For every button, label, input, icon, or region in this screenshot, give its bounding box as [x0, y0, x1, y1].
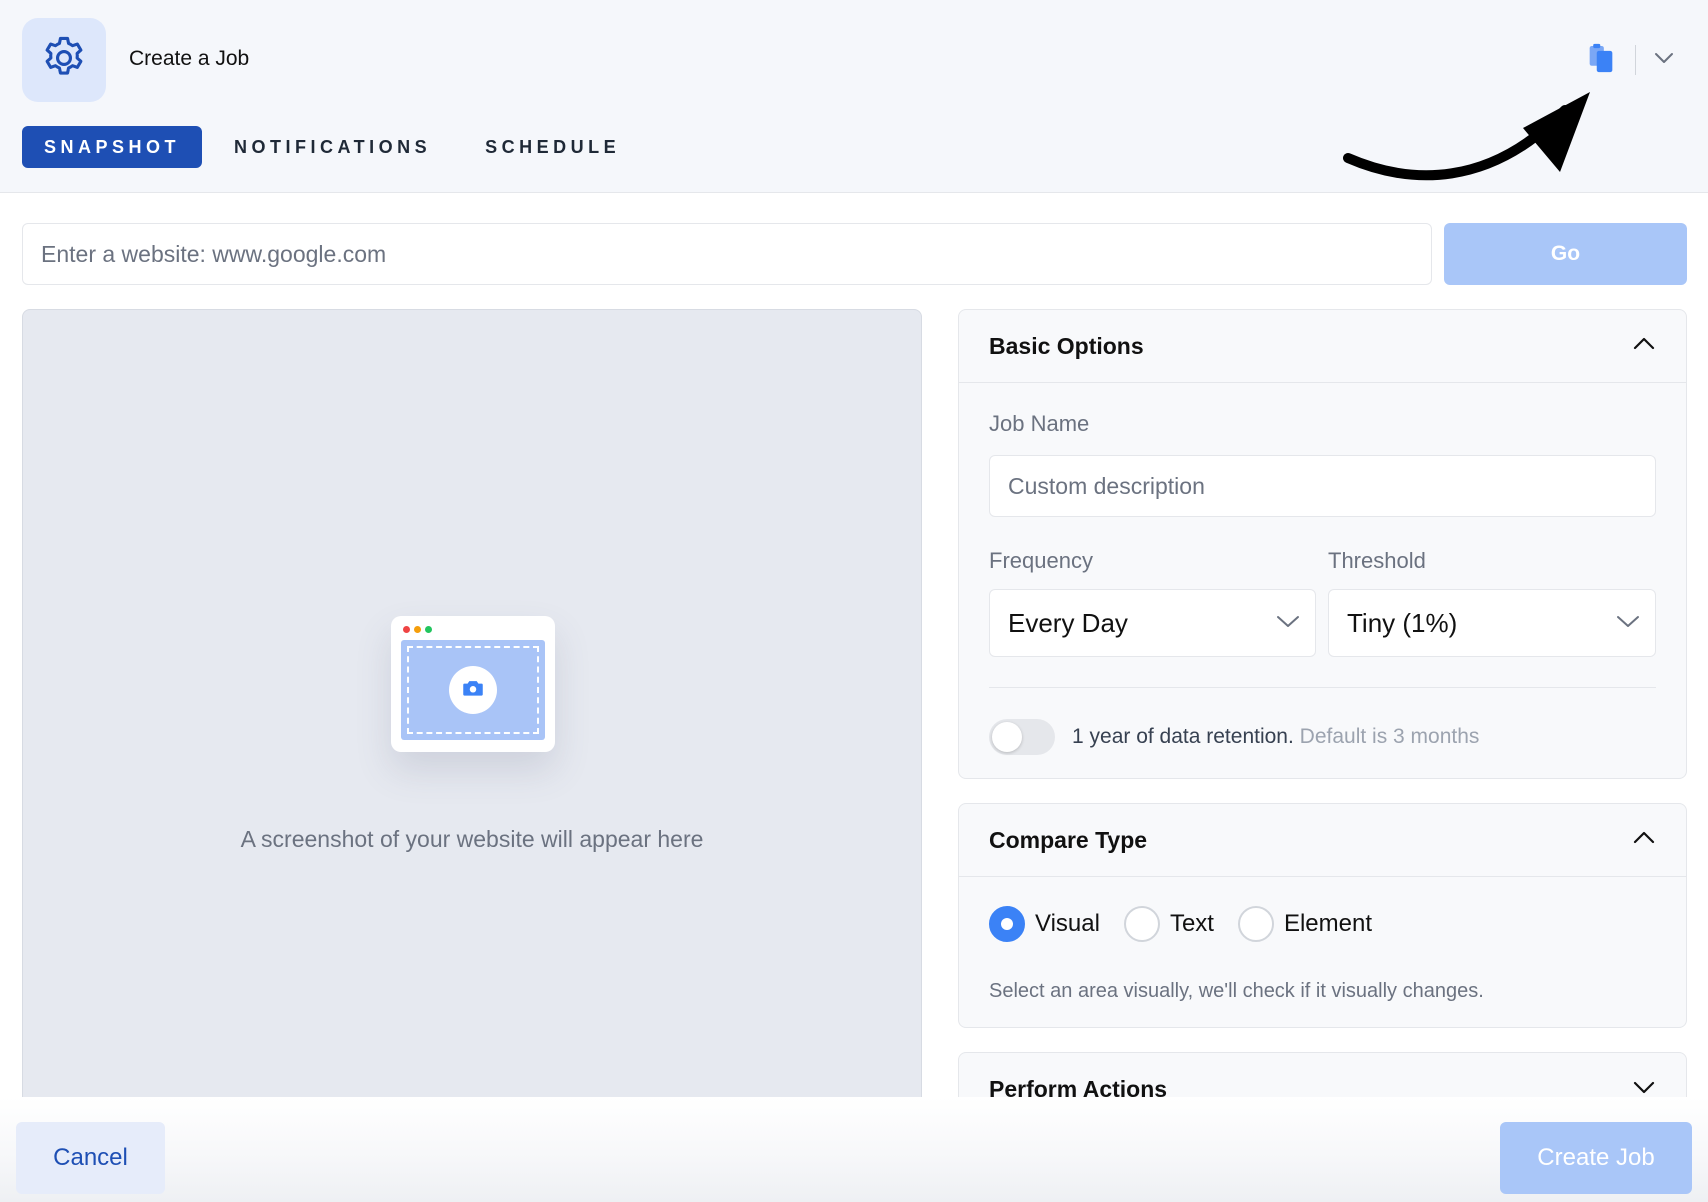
window-dot-red: [403, 626, 410, 633]
compare-type-help: Select an area visually, we'll check if …: [989, 980, 1484, 1002]
header-actions: [1581, 40, 1678, 80]
footer-bar: Cancel Create Job: [0, 1097, 1708, 1202]
window-dot-green: [425, 626, 432, 633]
tab-notifications[interactable]: NOTIFICATIONS: [212, 126, 453, 168]
window-dots: [403, 626, 432, 633]
header-divider: [1635, 45, 1636, 75]
annotation-arrow-icon: [1340, 80, 1600, 200]
create-job-button[interactable]: Create Job: [1500, 1122, 1692, 1194]
radio-label-text: Text: [1169, 910, 1214, 937]
screenshot-preview: A screenshot of your website will appear…: [22, 309, 922, 1129]
app-logo: [22, 18, 106, 102]
basic-options-header[interactable]: Basic Options: [959, 310, 1686, 383]
clipboard-button[interactable]: [1581, 40, 1621, 80]
page-title: Create a Job: [129, 47, 250, 70]
compare-type-title: Compare Type: [989, 826, 1148, 853]
data-retention-toggle[interactable]: [989, 719, 1055, 755]
radio-label-element: Element: [1283, 910, 1372, 937]
chevron-down-icon: [1275, 613, 1301, 634]
chevron-down-icon: [1615, 613, 1641, 634]
threshold-select[interactable]: Tiny (1%): [1328, 589, 1656, 657]
toggle-knob: [992, 722, 1022, 752]
gear-icon: [39, 33, 89, 88]
compare-type-options: Visual Text Element: [989, 906, 1396, 942]
radio-option-text[interactable]: Text: [1123, 906, 1214, 942]
website-url-input[interactable]: [22, 223, 1432, 285]
chevron-up-icon: [1632, 336, 1656, 357]
clipboard-icon: [1584, 41, 1618, 80]
threshold-label: Threshold: [1328, 548, 1426, 573]
browser-illustration: [391, 616, 555, 752]
retention-default-note: Default is 3 months: [1299, 725, 1480, 748]
basic-options-panel: Basic Options Job Name Frequency Thresho…: [958, 309, 1687, 779]
preview-caption: A screenshot of your website will appear…: [240, 826, 704, 852]
page-header: Create a Job SNAPSHOT NOTIFICATIONS SCHE…: [0, 0, 1708, 193]
radio-label-visual: Visual: [1035, 910, 1100, 937]
frequency-select[interactable]: Every Day: [989, 589, 1316, 657]
camera-icon: [460, 675, 486, 706]
basic-options-title: Basic Options: [989, 332, 1144, 359]
frequency-label: Frequency: [989, 548, 1093, 573]
frequency-value: Every Day: [1008, 607, 1128, 638]
selection-area: [401, 640, 545, 740]
window-dot-yellow: [414, 626, 421, 633]
retention-label: 1 year of data retention.: [1072, 725, 1294, 748]
compare-type-panel: Compare Type Visual Text Element Select …: [958, 803, 1687, 1028]
chevron-down-icon: [1653, 51, 1675, 70]
go-button[interactable]: Go: [1444, 223, 1687, 285]
job-name-label: Job Name: [989, 411, 1090, 436]
radio-option-visual[interactable]: Visual: [989, 906, 1100, 942]
compare-type-header[interactable]: Compare Type: [959, 804, 1686, 877]
job-name-input[interactable]: [989, 455, 1656, 517]
chevron-up-icon: [1632, 830, 1656, 851]
cancel-button[interactable]: Cancel: [16, 1122, 165, 1194]
options-divider: [989, 687, 1656, 688]
tab-snapshot[interactable]: SNAPSHOT: [22, 126, 203, 168]
radio-element[interactable]: [1237, 906, 1274, 942]
threshold-value: Tiny (1%): [1347, 607, 1458, 638]
radio-text[interactable]: [1123, 906, 1160, 942]
tab-schedule[interactable]: SCHEDULE: [463, 126, 642, 168]
more-options-button[interactable]: [1650, 40, 1678, 80]
radio-option-element[interactable]: Element: [1237, 906, 1372, 942]
data-retention-text: 1 year of data retention. Default is 3 m…: [1072, 725, 1479, 749]
camera-badge: [449, 666, 497, 714]
tab-bar: SNAPSHOT NOTIFICATIONS SCHEDULE: [22, 126, 642, 168]
radio-visual[interactable]: [989, 906, 1025, 942]
